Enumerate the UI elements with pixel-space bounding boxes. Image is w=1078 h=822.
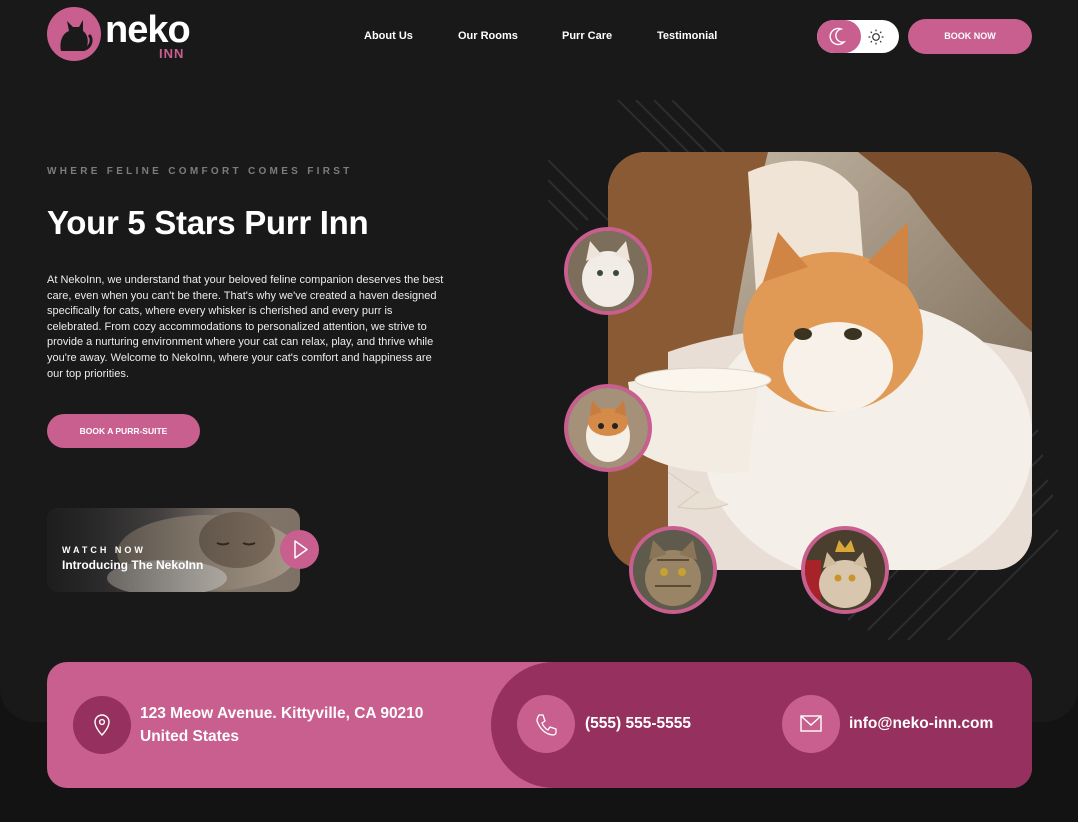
play-button[interactable] [280, 530, 319, 569]
sun-icon[interactable] [867, 28, 885, 46]
moon-icon [829, 27, 847, 46]
logo[interactable]: neko INN [47, 7, 197, 63]
contact-bar: 123 Meow Avenue. Kittyville, CA 90210 Un… [47, 662, 1032, 788]
book-purr-suite-button[interactable]: BOOK A PURR-SUITE [47, 414, 200, 448]
location-pin-icon [73, 696, 131, 754]
cat-thumb-tabby[interactable] [629, 526, 717, 614]
hero-cat-photo [608, 152, 1032, 570]
nav-our-rooms[interactable]: Our Rooms [458, 30, 518, 42]
video-title: Introducing The NekoInn [62, 558, 204, 572]
contact-email[interactable]: info@neko-inn.com [849, 712, 993, 735]
dark-mode-option[interactable] [817, 20, 861, 53]
theme-toggle[interactable] [817, 20, 899, 53]
kitten-thumb-orange[interactable] [564, 384, 652, 472]
hero-description: At NekoInn, we understand that your belo… [47, 274, 444, 380]
book-now-button[interactable]: BOOK NOW [908, 19, 1032, 54]
kitten-thumb-white[interactable] [564, 227, 652, 315]
video-label: WATCH NOW [62, 545, 146, 555]
phone-icon[interactable] [517, 695, 575, 753]
page: neko INN About Us Our Rooms Purr Care Te… [0, 0, 1078, 822]
address-line-2: United States [140, 728, 240, 745]
cat-logo-icon [47, 7, 101, 61]
hero-eyebrow: WHERE FELINE COMFORT COMES FIRST [47, 166, 353, 177]
cat-thumb-crown[interactable] [801, 526, 889, 614]
logo-subtitle: INN [159, 46, 185, 61]
mail-icon[interactable] [782, 695, 840, 753]
nav-about-us[interactable]: About Us [364, 30, 413, 42]
nav-testimonial[interactable]: Testimonial [657, 30, 717, 42]
nav-purr-care[interactable]: Purr Care [562, 30, 612, 42]
logo-wordmark: neko [105, 9, 191, 51]
address-line-1: 123 Meow Avenue. Kittyville, CA 90210 [140, 705, 424, 722]
contact-address: 123 Meow Avenue. Kittyville, CA 90210 Un… [140, 702, 423, 748]
contact-phone[interactable]: (555) 555-5555 [585, 712, 691, 735]
play-icon [294, 540, 308, 559]
hero-title: Your 5 Stars Purr Inn [47, 204, 369, 241]
